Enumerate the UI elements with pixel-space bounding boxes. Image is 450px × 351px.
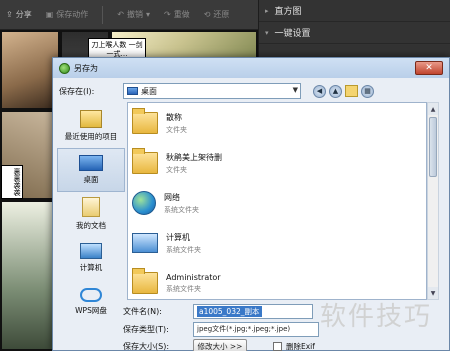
back-icon[interactable]: ◀	[313, 84, 326, 98]
dialog-titlebar[interactable]: 另存为	[53, 58, 449, 78]
location-value: 桌面	[141, 86, 157, 96]
filename-row: 文件名(N): a1005_032_副本	[123, 303, 313, 319]
place-label: WPS网盘	[75, 306, 107, 315]
file-name: 散称	[166, 112, 182, 122]
file-type: 文件夹	[166, 165, 187, 174]
nav-toolbar: ◀ ▲ ▦	[313, 84, 374, 98]
restore-button[interactable]: ⟲ 还原	[204, 9, 230, 20]
filetype-row: 保存类型(T): jpeg文件(*.jpg;*.jpeg;*.jpe)	[123, 321, 319, 337]
file-list: 散称 文件夹 秋鹃美上架待删 文件夹 网络 系统文件夹 计算机 系统文件夹 Ad…	[127, 102, 427, 300]
share-button[interactable]: ⇪ 分享	[6, 9, 32, 20]
network-icon	[132, 191, 156, 215]
comic-panel	[0, 200, 60, 351]
undo-label: 撤销	[126, 10, 143, 19]
resize-button[interactable]: 修改大小 >>	[193, 338, 247, 351]
save-action-button[interactable]: ▣ 保存动作	[46, 9, 89, 20]
one-click-settings-row[interactable]: ▾ 一键设置	[259, 22, 450, 44]
file-name: 秋鹃美上架待删	[166, 152, 222, 162]
delete-exif-label: 删除Exif	[286, 341, 315, 351]
chevron-down-icon: ▼	[292, 86, 298, 94]
dialog-title: 另存为	[74, 63, 98, 73]
file-name: 网络	[164, 192, 180, 202]
app-logo-icon	[59, 62, 70, 74]
list-item[interactable]: 散称 文件夹	[128, 103, 426, 143]
histogram-label: 直方图	[274, 7, 302, 17]
place-recent[interactable]: 最近使用的项目	[57, 104, 125, 148]
histogram-row[interactable]: ▸ 直方图	[259, 0, 450, 22]
desktop-icon	[79, 155, 103, 171]
recent-items-icon	[80, 110, 102, 128]
place-label: 计算机	[79, 263, 103, 272]
restore-label: 还原	[213, 10, 230, 19]
computer-icon	[132, 233, 158, 253]
cloud-icon	[80, 288, 102, 302]
desktop-icon	[127, 87, 138, 95]
one-click-settings-label: 一键设置	[274, 29, 311, 39]
file-type: 文件夹	[166, 125, 187, 134]
file-name: 计算机	[166, 232, 190, 242]
list-item[interactable]: 网络 系统文件夹	[128, 183, 426, 223]
app-toolbar: ⇪ 分享 ▣ 保存动作 ↶ 撤销 ▾ ↷ 重做 ⟲ 还原	[0, 0, 260, 30]
list-item[interactable]: Administrator 系统文件夹	[128, 263, 426, 299]
save-action-icon: ▣	[45, 10, 54, 19]
view-menu-icon[interactable]: ▦	[361, 84, 374, 98]
filename-input[interactable]: a1005_032_副本	[193, 303, 313, 319]
filetype-value: jpeg文件(*.jpg;*.jpeg;*.jpe)	[197, 325, 291, 333]
toolbar-divider	[102, 5, 104, 24]
chevron-down-icon[interactable]: ▾	[146, 10, 150, 19]
file-list-scrollbar[interactable]: ▲ ▼	[427, 102, 439, 300]
file-type: 系统文件夹	[164, 205, 199, 214]
undo-icon: ↶	[117, 10, 124, 19]
delete-exif-checkbox[interactable]	[273, 341, 282, 351]
share-icon: ⇪	[6, 10, 13, 19]
up-folder-icon[interactable]: ▲	[329, 84, 342, 98]
redo-button[interactable]: ↷ 重做	[164, 9, 190, 20]
list-item[interactable]: 秋鹃美上架待删 文件夹	[128, 143, 426, 183]
filetype-dropdown[interactable]: jpeg文件(*.jpg;*.jpeg;*.jpe)	[193, 321, 319, 337]
chevron-right-icon: ▸	[265, 6, 269, 15]
save-action-label: 保存动作	[56, 10, 89, 19]
redo-label: 重做	[173, 10, 190, 19]
place-computer[interactable]: 计算机	[57, 236, 125, 280]
filesize-row: 保存大小(S): 修改大小 >> 删除Exif	[123, 338, 315, 351]
list-item[interactable]: 计算机 系统文件夹	[128, 223, 426, 263]
close-button[interactable]: ✕	[415, 61, 443, 75]
scroll-up-icon[interactable]: ▲	[428, 103, 438, 115]
restore-icon: ⟲	[203, 10, 211, 19]
place-label: 最近使用的项目	[64, 132, 118, 141]
save-in-row: 保存在(I): 桌面 ▼ ◀ ▲ ▦	[53, 80, 450, 102]
documents-icon	[82, 197, 100, 217]
watermark-text: 软件技巧	[320, 302, 433, 332]
undo-button[interactable]: ↶ 撤销 ▾	[117, 9, 150, 20]
place-documents[interactable]: 我的文档	[57, 192, 125, 236]
place-wps-cloud[interactable]: WPS网盘	[57, 280, 125, 324]
comic-panel	[0, 30, 60, 110]
comic-vertical-text: 裏裏袭袭	[1, 165, 23, 199]
place-label: 我的文档	[76, 221, 106, 230]
computer-icon	[80, 243, 102, 259]
place-desktop[interactable]: 桌面	[57, 148, 125, 192]
scroll-thumb[interactable]	[429, 117, 437, 177]
place-label: 桌面	[83, 175, 99, 184]
folder-icon	[132, 148, 158, 174]
filesize-label: 保存大小(S):	[123, 341, 170, 351]
filename-value: a1005_032_副本	[197, 305, 262, 317]
file-name: Administrator	[166, 272, 221, 282]
file-type: 系统文件夹	[166, 245, 201, 254]
save-in-dropdown[interactable]: 桌面 ▼	[123, 83, 301, 99]
chevron-down-icon: ▾	[265, 28, 269, 37]
redo-icon: ↷	[163, 10, 171, 19]
places-bar: 最近使用的项目 桌面 我的文档 计算机 WPS网盘	[57, 104, 125, 315]
close-icon: ✕	[425, 63, 433, 73]
folder-icon	[132, 108, 158, 134]
filetype-label: 保存类型(T):	[123, 324, 169, 334]
new-folder-icon[interactable]	[345, 85, 358, 97]
share-label: 分享	[15, 10, 32, 19]
file-type: 系统文件夹	[166, 284, 201, 293]
save-in-label: 保存在(I):	[59, 86, 95, 96]
user-folder-icon	[132, 268, 158, 294]
filename-label: 文件名(N):	[123, 306, 162, 316]
